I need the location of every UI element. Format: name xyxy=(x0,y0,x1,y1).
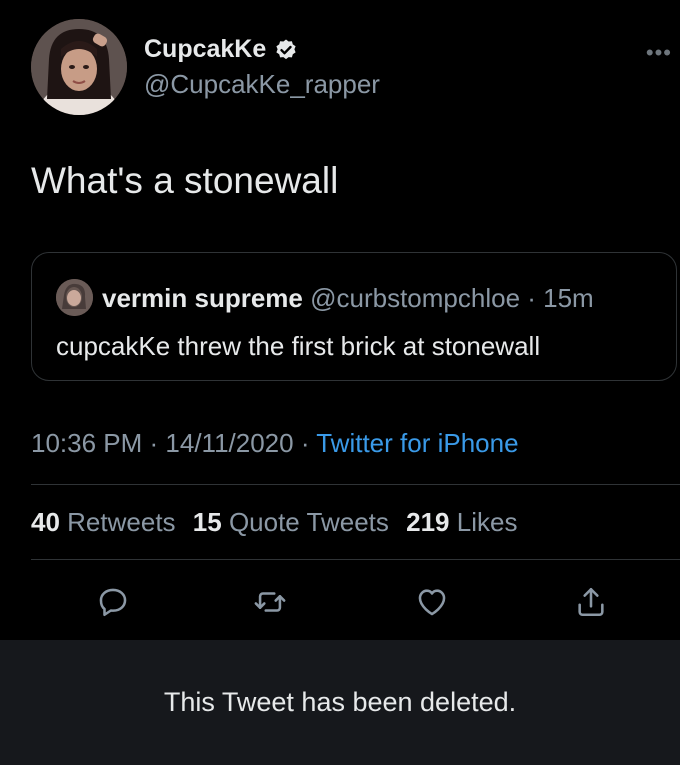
quote-tweets-count: 15 xyxy=(192,507,222,537)
likes-label: Likes xyxy=(456,507,518,537)
tweet-meta: 10:36 PM · 14/11/2020 · Twitter for iPho… xyxy=(31,428,519,459)
share-button[interactable] xyxy=(571,582,611,622)
tweet: CupcakKe @CupcakKe_rapper ••• What's a s… xyxy=(0,0,680,640)
author-name[interactable]: CupcakKe xyxy=(144,35,266,64)
quoted-header: vermin supreme @curbstompchloe · 15m xyxy=(102,283,594,314)
likes-count: 219 xyxy=(406,507,450,537)
likes-stat[interactable]: 219 Likes xyxy=(406,507,517,537)
quoted-author-name[interactable]: vermin supreme xyxy=(102,283,303,313)
author-name-row[interactable]: CupcakKe xyxy=(144,35,298,64)
retweet-button[interactable] xyxy=(250,582,290,622)
deleted-tweet-message: This Tweet has been deleted. xyxy=(163,687,517,717)
tweet-source-link[interactable]: Twitter for iPhone xyxy=(316,428,518,458)
verified-badge-icon xyxy=(276,39,296,59)
share-icon xyxy=(578,587,604,617)
author-handle[interactable]: @CupcakKe_rapper xyxy=(144,69,380,100)
quoted-author-avatar[interactable] xyxy=(56,279,93,316)
more-options-icon[interactable]: ••• xyxy=(646,40,672,66)
tweet-actions xyxy=(0,582,680,622)
like-button[interactable] xyxy=(412,582,452,622)
quoted-tweet[interactable]: vermin supreme @curbstompchloe · 15m cup… xyxy=(31,252,677,381)
tweet-timestamp[interactable]: 10:36 PM · 14/11/2020 · xyxy=(31,428,316,458)
tweet-text: What's a stonewall xyxy=(31,160,339,201)
retweets-label: Retweets xyxy=(67,507,176,537)
tweet-stats: 40 Retweets 15 Quote Tweets 219 Likes xyxy=(31,507,527,538)
like-icon xyxy=(418,589,446,616)
quoted-author-meta: @curbstompchloe · 15m xyxy=(302,283,594,313)
deleted-tweet-banner: This Tweet has been deleted. xyxy=(0,640,680,765)
retweet-icon xyxy=(254,592,286,612)
retweets-count: 40 xyxy=(31,507,60,537)
quote-tweets-label: Quote Tweets xyxy=(228,507,389,537)
quoted-tweet-text: cupcakKe threw the first brick at stonew… xyxy=(56,331,541,361)
author-avatar[interactable] xyxy=(31,19,127,115)
divider xyxy=(31,484,680,485)
reply-icon xyxy=(99,588,127,617)
quote-tweets-stat[interactable]: 15 Quote Tweets xyxy=(193,507,389,537)
retweets-stat[interactable]: 40 Retweets xyxy=(31,507,176,537)
reply-button[interactable] xyxy=(93,582,133,622)
divider xyxy=(31,559,680,560)
